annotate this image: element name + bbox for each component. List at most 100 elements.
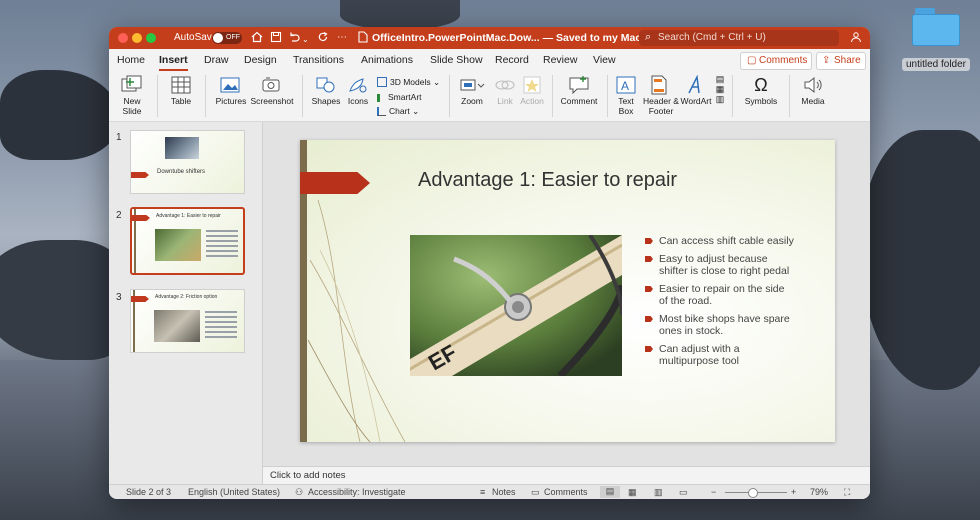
accessibility-status[interactable]: Accessibility: Investigate (308, 487, 406, 497)
undo-icon[interactable] (288, 31, 300, 46)
new-comment-icon (557, 74, 601, 96)
comment-label: Comment (560, 96, 598, 106)
thumbnail-title: Advantage 1: Easier to repair (156, 213, 221, 219)
slide-editor: Advantage 1: Easier to repair EF Can acc… (263, 122, 870, 466)
smartart-button[interactable]: SmartArt (377, 92, 422, 102)
tab-record[interactable]: Record (495, 54, 529, 66)
minimize-window-button[interactable] (132, 33, 142, 43)
tab-design[interactable]: Design (244, 54, 277, 66)
desktop-folder[interactable]: untitled folder (900, 6, 972, 71)
language-status[interactable]: English (United States) (188, 487, 280, 497)
account-icon[interactable] (850, 31, 862, 46)
icons-button[interactable]: Icons (343, 74, 373, 106)
zoom-level[interactable]: 79% (810, 487, 828, 497)
comments-button[interactable]: ▢ Comments (740, 52, 812, 70)
tab-animations[interactable]: Animations (361, 54, 413, 66)
tab-insert[interactable]: Insert (159, 54, 188, 71)
comments-toggle-button[interactable]: Comments (544, 487, 588, 497)
symbols-button[interactable]: Ω Symbols (739, 74, 783, 107)
text-box-button[interactable]: A Text Box (612, 74, 640, 116)
slide-number: 3 (116, 292, 122, 303)
slide-title[interactable]: Advantage 1: Easier to repair (418, 169, 677, 192)
slide-thumbnails-pane: 1 Downtube shifters 2 Advantage 1: Easie… (109, 122, 263, 484)
fullscreen-window-button[interactable] (146, 33, 156, 43)
tab-view[interactable]: View (593, 54, 616, 66)
header-footer-icon (641, 74, 677, 96)
share-icon: ⇪ (822, 55, 831, 66)
pictures-button[interactable]: Pictures (213, 74, 249, 106)
share-button[interactable]: ⇪ Share (816, 52, 866, 70)
link-label: Link (497, 96, 513, 106)
action-label: Action (520, 96, 544, 106)
header-footer-button[interactable]: Header & Footer (641, 74, 679, 116)
table-button[interactable]: Table (163, 74, 199, 106)
slide-thumbnail-3[interactable]: Advantage 2: Friction option (130, 289, 245, 353)
smartart-icon (377, 94, 385, 102)
desktop-rock (0, 70, 120, 160)
ribbon-divider (789, 75, 790, 117)
wordart-icon (679, 74, 713, 96)
share-button-label: Share (834, 55, 861, 66)
notes-icon: ≡ (480, 487, 486, 497)
action-icon (518, 74, 546, 96)
document-title[interactable]: OfficeIntro.PowerPointMac.Dow... — Saved… (372, 32, 653, 44)
zoom-icon (455, 74, 489, 96)
close-window-button[interactable] (118, 33, 128, 43)
autosave-toggle[interactable]: OFF (212, 32, 242, 44)
normal-view-icon[interactable]: ▤ (600, 486, 620, 498)
tab-draw[interactable]: Draw (204, 54, 229, 66)
screenshot-button[interactable]: Screenshot (250, 74, 294, 106)
thumbnail-image (165, 137, 199, 159)
comment-button[interactable]: Comment (557, 74, 601, 106)
save-icon[interactable] (270, 31, 282, 46)
icons-label: Icons (347, 96, 369, 106)
screenshot-icon (250, 74, 294, 96)
reading-view-icon[interactable]: ▥ (654, 487, 663, 498)
slide-photo[interactable]: EF (410, 235, 622, 376)
new-slide-icon (115, 74, 149, 96)
slide-thumbnail-2[interactable]: Advantage 1: Easier to repair (130, 207, 245, 275)
notes-toggle-button[interactable]: Notes (492, 487, 516, 497)
zoom-out-button[interactable]: − (711, 487, 716, 497)
slide-bullet-list[interactable]: Can access shift cable easily Easy to ad… (645, 235, 795, 373)
bullet-item: Can adjust with a multipurpose tool (645, 343, 795, 367)
screenshot-label: Screenshot (250, 96, 294, 106)
cube-icon (377, 77, 387, 87)
home-icon[interactable] (251, 31, 263, 46)
slide-sorter-icon[interactable]: ▦ (628, 487, 637, 498)
ribbon-divider (205, 75, 206, 117)
tab-home[interactable]: Home (117, 54, 145, 66)
slideshow-icon[interactable]: ▭ (679, 487, 688, 498)
slide-thumbnail-1[interactable]: Downtube shifters (130, 130, 245, 194)
notes-pane[interactable]: Click to add notes (263, 466, 870, 485)
text-more-button[interactable]: ▤ ▦ ▥ (713, 74, 727, 104)
current-slide[interactable]: Advantage 1: Easier to repair EF Can acc… (300, 140, 835, 442)
tab-transitions[interactable]: Transitions (293, 54, 344, 66)
powerpoint-window: AutoSave OFF ⌄ ⋯ OfficeIntro.PowerPointM… (109, 27, 870, 499)
search-placeholder: Search (Cmd + Ctrl + U) (658, 32, 766, 43)
shapes-icon (308, 74, 344, 96)
new-slide-button[interactable]: New Slide (115, 74, 149, 116)
wordart-button[interactable]: WordArt (679, 74, 713, 106)
fit-to-window-icon[interactable]: ⛶ (844, 487, 850, 498)
action-button[interactable]: Action (518, 74, 546, 106)
pictures-icon (213, 74, 249, 96)
undo-dropdown-icon[interactable]: ⌄ (302, 33, 309, 47)
pictures-label: Pictures (215, 96, 247, 106)
redo-icon[interactable] (317, 31, 329, 46)
zoom-in-button[interactable]: + (791, 487, 796, 497)
search-input[interactable]: ⌕ Search (Cmd + Ctrl + U) (639, 30, 839, 46)
3d-models-button[interactable]: 3D Models ⌄ (377, 77, 440, 88)
zoom-slider-handle[interactable] (747, 488, 758, 498)
media-button[interactable]: Media (795, 74, 831, 106)
zoom-button[interactable]: Zoom (455, 74, 489, 106)
shapes-button[interactable]: Shapes (308, 74, 344, 106)
link-button[interactable]: Link (491, 74, 519, 106)
more-commands-icon[interactable]: ⋯ (337, 31, 347, 45)
chart-button[interactable]: Chart ⌄ (377, 106, 419, 117)
tab-review[interactable]: Review (543, 54, 577, 66)
thumbnail-title: Downtube shifters (157, 169, 206, 175)
search-icon: ⌕ (645, 31, 652, 43)
desktop-rock (340, 0, 460, 30)
tab-slide-show[interactable]: Slide Show (430, 54, 483, 66)
